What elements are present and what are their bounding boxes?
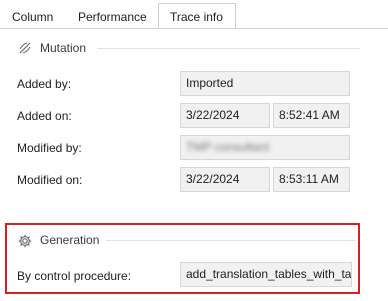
tab-column[interactable]: Column: [12, 6, 53, 28]
added-on-time-field: 8:52:41 AM: [273, 103, 350, 128]
added-by-label: Added by:: [17, 77, 72, 91]
tab-strip-border: [0, 28, 388, 29]
mutation-section-title: Mutation: [40, 41, 87, 55]
added-on-date-field: 3/22/2024: [180, 103, 270, 128]
added-by-field: Imported: [180, 71, 350, 96]
modified-by-field: TMP consultant: [180, 135, 350, 160]
modified-on-label: Modified on:: [17, 173, 83, 187]
modified-by-label: Modified by:: [17, 141, 82, 155]
tab-strip: Column Performance Trace info: [0, 0, 388, 29]
mutation-icon: [17, 40, 33, 56]
tab-performance[interactable]: Performance: [78, 6, 147, 28]
tab-trace-info[interactable]: Trace info: [158, 3, 236, 29]
modified-on-time-field: 8:53:11 AM: [273, 167, 350, 192]
modified-on-date-field: 3/22/2024: [180, 167, 270, 192]
added-on-label: Added on:: [17, 109, 72, 123]
generation-highlight-box: [5, 223, 360, 294]
modified-by-value: TMP consultant: [186, 140, 270, 154]
mutation-divider: [97, 48, 360, 49]
